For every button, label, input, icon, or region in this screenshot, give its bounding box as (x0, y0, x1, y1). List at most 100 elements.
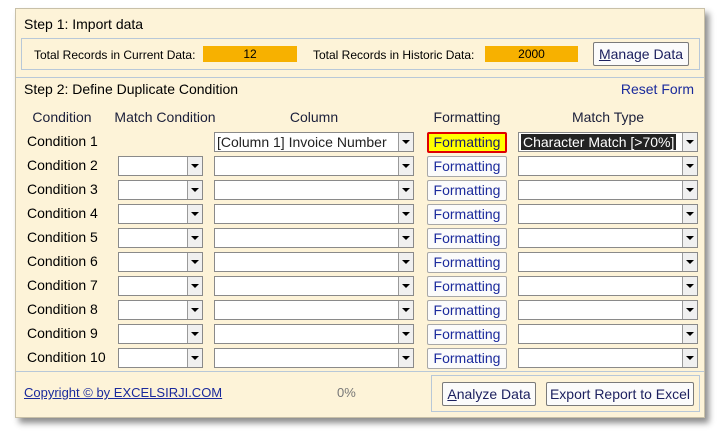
formatting-button[interactable]: Formatting (427, 324, 507, 345)
header-column: Column (289, 109, 339, 125)
dropdown-arrow-icon[interactable] (682, 301, 697, 319)
column-select[interactable] (214, 204, 414, 224)
match-type-select[interactable] (518, 252, 698, 272)
dropdown-arrow-icon[interactable] (187, 253, 202, 271)
column-value: [Column 1] Invoice Number (217, 134, 387, 150)
condition-label: Condition 5 (27, 229, 98, 245)
match-condition-select[interactable] (118, 156, 203, 176)
dropdown-arrow-icon[interactable] (682, 157, 697, 175)
dropdown-arrow-icon[interactable] (398, 181, 413, 199)
match-type-select[interactable] (518, 228, 698, 248)
dropdown-arrow-icon[interactable] (187, 349, 202, 367)
condition-label: Condition 8 (27, 301, 98, 317)
column-select[interactable] (214, 180, 414, 200)
dropdown-arrow-icon[interactable] (398, 349, 413, 367)
dropdown-arrow-icon[interactable] (682, 325, 697, 343)
manage-data-hotkey: M (598, 46, 611, 62)
match-condition-select[interactable] (118, 324, 203, 344)
dropdown-arrow-icon[interactable] (682, 277, 697, 295)
formatting-button[interactable]: Formatting (427, 156, 507, 177)
dropdown-arrow-icon[interactable] (398, 229, 413, 247)
column-select[interactable] (214, 276, 414, 296)
formatting-button[interactable]: Formatting (427, 228, 507, 249)
dropdown-arrow-icon[interactable] (682, 229, 697, 247)
dropdown-arrow-icon[interactable] (187, 181, 202, 199)
dropdown-arrow-icon[interactable] (682, 181, 697, 199)
import-summary-box: Total Records in Current Data: 12 Total … (21, 38, 700, 70)
dropdown-arrow-icon[interactable] (398, 157, 413, 175)
formatting-button[interactable]: Formatting (427, 348, 507, 369)
dropdown-arrow-icon[interactable] (187, 205, 202, 223)
analyze-data-button[interactable]: Analyze Data (442, 382, 536, 406)
match-type-select[interactable] (518, 300, 698, 320)
step2-title: Step 2: Define Duplicate Condition (24, 81, 239, 97)
column-select[interactable] (214, 228, 414, 248)
formatting-button[interactable]: Formatting (427, 132, 507, 153)
dropdown-arrow-icon[interactable] (187, 229, 202, 247)
formatting-button[interactable]: Formatting (427, 276, 507, 297)
match-condition-select[interactable] (118, 300, 203, 320)
dropdown-arrow-icon[interactable] (398, 277, 413, 295)
header-formatting: Formatting (433, 109, 501, 125)
column-select[interactable] (214, 252, 414, 272)
dropdown-arrow-icon[interactable] (187, 301, 202, 319)
condition-label: Condition 6 (27, 253, 98, 269)
dropdown-arrow-icon[interactable] (682, 205, 697, 223)
match-condition-select[interactable] (118, 180, 203, 200)
formatting-button[interactable]: Formatting (427, 204, 507, 225)
dropdown-arrow-icon[interactable] (398, 301, 413, 319)
historic-records-value: 2000 (485, 46, 578, 62)
dropdown-arrow-icon[interactable] (187, 277, 202, 295)
match-type-select[interactable] (518, 348, 698, 368)
analyze-label: nalyze Data (456, 386, 531, 402)
current-records-label: Total Records in Current Data: (34, 48, 196, 62)
export-report-button[interactable]: Export Report to Excel (546, 382, 694, 406)
dropdown-arrow-icon[interactable] (398, 325, 413, 343)
condition-label: Condition 9 (27, 325, 98, 341)
dropdown-arrow-icon[interactable] (398, 253, 413, 271)
condition-label: Condition 3 (27, 181, 98, 197)
column-select[interactable] (214, 156, 414, 176)
formatting-button[interactable]: Formatting (427, 180, 507, 201)
manage-data-button[interactable]: Manage Data (593, 42, 689, 66)
duplicate-finder-form: Step 1: Import data Total Records in Cur… (15, 8, 705, 418)
match-condition-select[interactable] (118, 252, 203, 272)
column-select[interactable]: [Column 1] Invoice Number (214, 132, 414, 152)
match-type-select[interactable]: Character Match [>70%] (518, 132, 698, 152)
dropdown-arrow-icon[interactable] (398, 205, 413, 223)
dropdown-arrow-icon[interactable] (682, 253, 697, 271)
condition-label: Condition 7 (27, 277, 98, 293)
formatting-button[interactable]: Formatting (427, 300, 507, 321)
match-condition-select[interactable] (118, 276, 203, 296)
header-match-condition: Match Condition (114, 109, 216, 125)
match-type-select[interactable] (518, 204, 698, 224)
footer-divider (16, 371, 704, 372)
historic-records-label: Total Records in Historic Data: (313, 48, 475, 62)
dropdown-arrow-icon[interactable] (398, 133, 413, 151)
match-type-select[interactable] (518, 276, 698, 296)
match-condition-select[interactable] (118, 228, 203, 248)
dropdown-arrow-icon[interactable] (682, 133, 697, 151)
match-condition-select[interactable] (118, 204, 203, 224)
condition-label: Condition 1 (27, 133, 98, 149)
column-select[interactable] (214, 348, 414, 368)
header-match-type: Match Type (571, 109, 645, 125)
progress-percent: 0% (337, 385, 356, 400)
dropdown-arrow-icon[interactable] (187, 325, 202, 343)
reset-form-link[interactable]: Reset Form (621, 81, 694, 97)
current-records-value: 12 (203, 46, 297, 62)
match-type-value: Character Match [>70%] (521, 134, 677, 150)
header-condition: Condition (32, 109, 92, 125)
copyright-link[interactable]: Copyright © by EXCELSIRJI.COM (24, 385, 222, 400)
match-type-select[interactable] (518, 156, 698, 176)
dropdown-arrow-icon[interactable] (682, 349, 697, 367)
match-type-select[interactable] (518, 180, 698, 200)
analyze-hotkey: A (447, 386, 457, 402)
column-select[interactable] (214, 324, 414, 344)
column-select[interactable] (214, 300, 414, 320)
match-condition-select[interactable] (118, 348, 203, 368)
condition-label: Condition 10 (27, 349, 106, 365)
formatting-button[interactable]: Formatting (427, 252, 507, 273)
dropdown-arrow-icon[interactable] (187, 157, 202, 175)
match-type-select[interactable] (518, 324, 698, 344)
